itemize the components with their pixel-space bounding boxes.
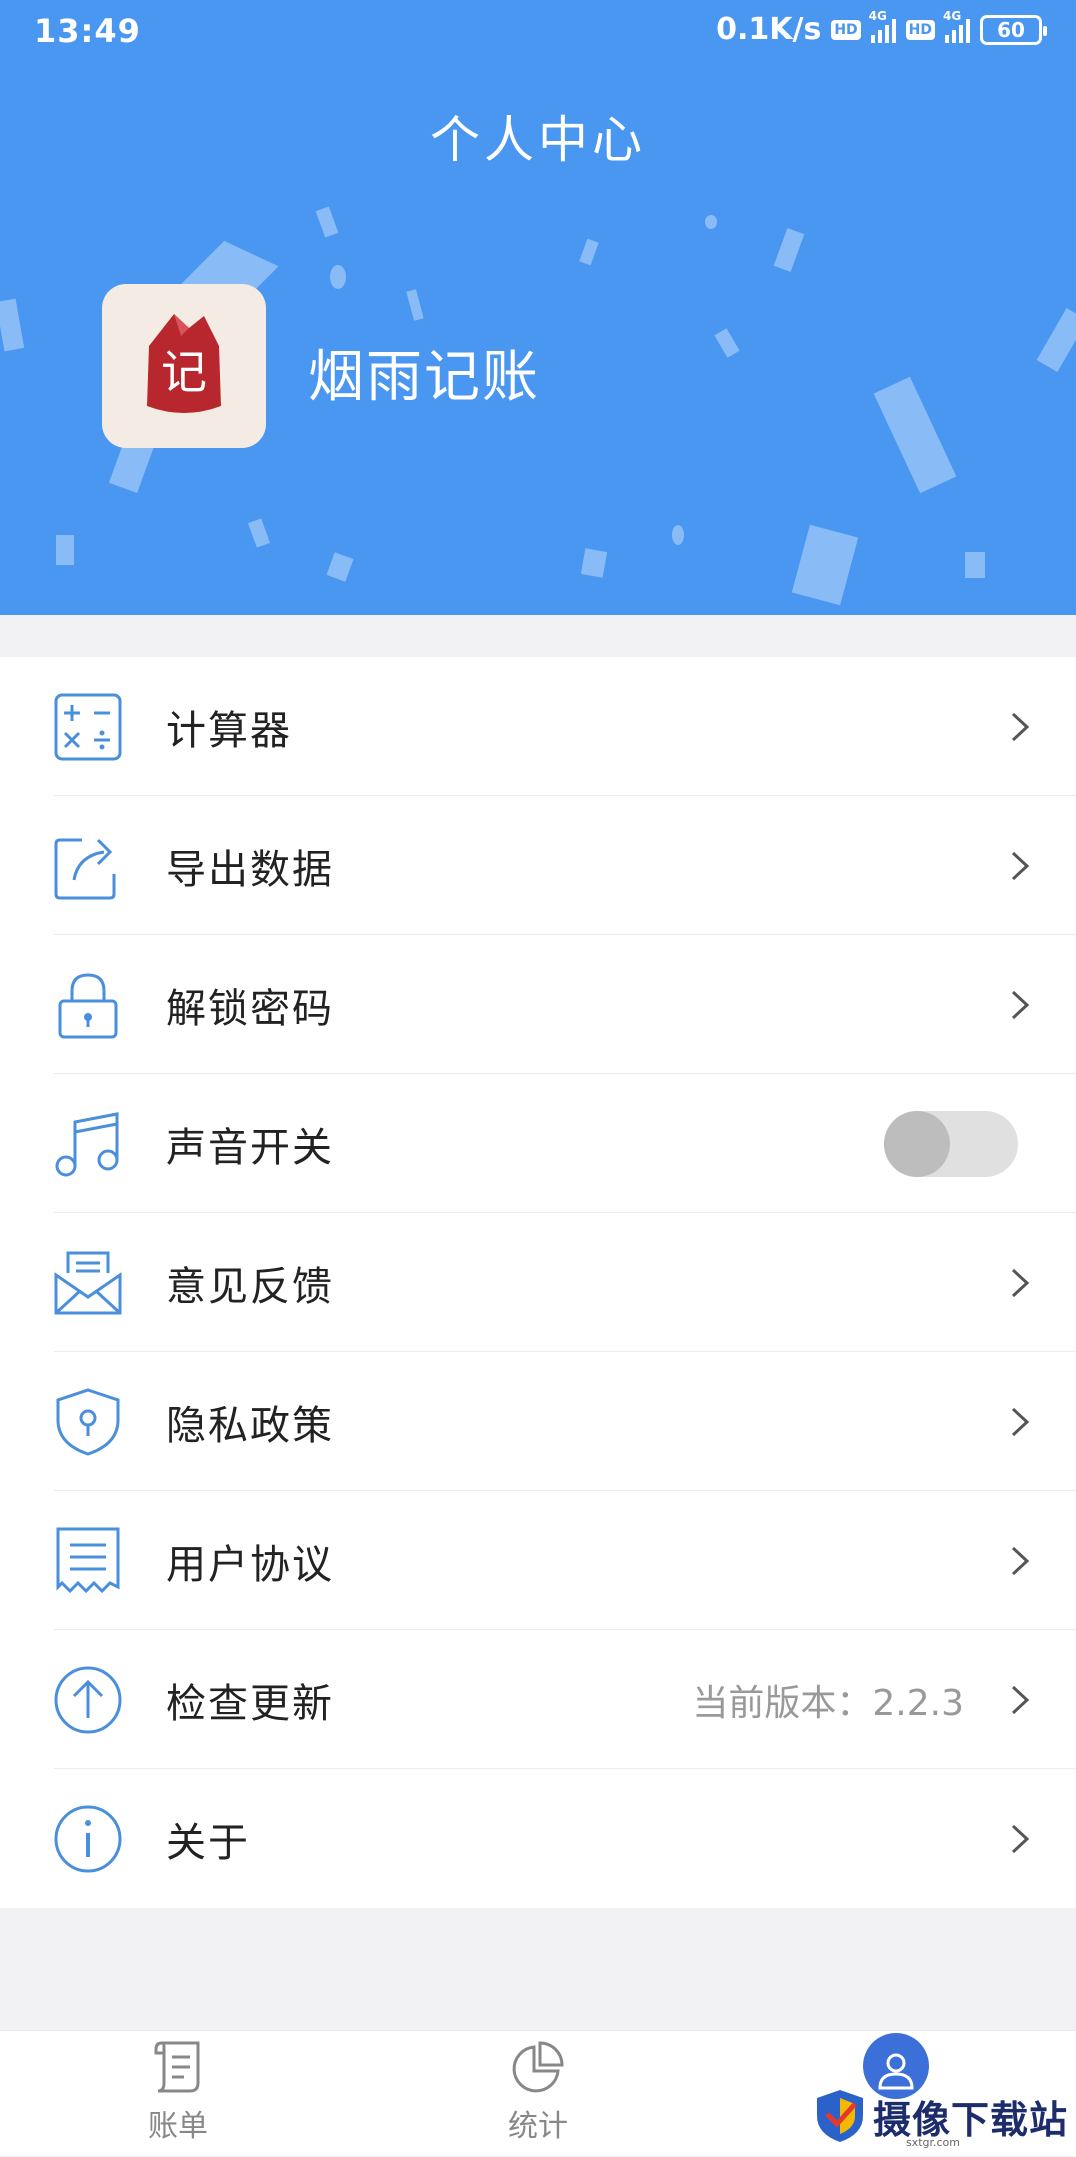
menu-item-calculator[interactable]: 计算器: [0, 657, 1076, 796]
decor-shard: [672, 525, 684, 545]
network-type: 4G: [868, 8, 887, 23]
decor-shard: [1036, 308, 1076, 372]
menu-item-export[interactable]: 导出数据: [0, 796, 1076, 935]
profile-header: 13:49 0.1K/s HD 4G HD 4G 60 个人中心 记 烟雨记账: [0, 0, 1076, 615]
menu-item-feedback[interactable]: 意见反馈: [0, 1213, 1076, 1352]
pie-chart-icon: [512, 2041, 564, 2093]
menu-item-label: 意见反馈: [166, 1263, 334, 1310]
menu-item-privacy[interactable]: 隐私政策: [0, 1352, 1076, 1491]
menu-item-label: 检查更新: [166, 1680, 334, 1727]
menu-item-label: 计算器: [166, 707, 292, 754]
decor-shard: [965, 552, 985, 578]
chevron-right-icon: [1011, 1685, 1030, 1714]
decor-shard: [247, 518, 271, 548]
mail-icon: [54, 1251, 122, 1315]
network-speed: 0.1K/s: [716, 12, 822, 47]
arrow-up-circle-icon: [54, 1666, 122, 1734]
tab-statistics[interactable]: 统计: [438, 2031, 638, 2157]
info-icon: [54, 1805, 122, 1873]
decor-shard: [579, 238, 599, 266]
sound-toggle[interactable]: [884, 1110, 1018, 1177]
signal-icon: 4G: [869, 9, 896, 43]
lock-icon: [58, 973, 118, 1039]
watermark-sub: sxtgr.com: [905, 2136, 960, 2149]
menu-item-label: 关于: [166, 1819, 250, 1866]
chevron-right-icon: [1011, 851, 1030, 880]
settings-menu: 计算器 导出数据 解锁密码 声音开关 意见反馈 隐私政策 用户协议 检查更新 当…: [0, 657, 1076, 1908]
chevron-right-icon: [1011, 1407, 1030, 1436]
battery-level: 60: [997, 17, 1025, 42]
menu-item-label: 声音开关: [166, 1124, 334, 1171]
menu-item-label: 解锁密码: [166, 985, 334, 1032]
hd-badge: HD: [905, 19, 935, 40]
calculator-icon: [54, 693, 122, 761]
current-version: 当前版本：2.2.3: [692, 1682, 964, 1724]
document-icon: [56, 1527, 120, 1594]
chevron-right-icon: [1011, 1546, 1030, 1575]
chevron-right-icon: [1011, 712, 1030, 741]
decor-shard: [315, 206, 339, 238]
menu-item-label: 用户协议: [166, 1541, 334, 1588]
page-title: 个人中心: [430, 111, 646, 169]
network-type: 4G: [943, 8, 962, 23]
chevron-right-icon: [1011, 1824, 1030, 1853]
hd-badge: HD: [831, 19, 861, 40]
chevron-right-icon: [1011, 990, 1030, 1019]
menu-item-user-agreement[interactable]: 用户协议: [0, 1491, 1076, 1630]
tab-bill[interactable]: 账单: [78, 2031, 278, 2157]
menu-item-label: 隐私政策: [166, 1402, 334, 1449]
watermark-logo-icon: [816, 2090, 863, 2142]
menu-item-label: 导出数据: [166, 846, 334, 893]
export-icon: [54, 838, 116, 900]
menu-item-check-update[interactable]: 检查更新 当前版本：2.2.3: [0, 1630, 1076, 1769]
menu-item-about[interactable]: 关于: [0, 1769, 1076, 1908]
decor-shard: [406, 289, 424, 321]
watermark: 摄像下载站 sxtgr.com: [815, 2084, 1068, 2149]
app-logo-icon: 记: [147, 314, 221, 413]
tab-label: 账单: [148, 2109, 208, 2144]
decor-shard: [326, 552, 354, 582]
watermark-text: 摄像下载站: [872, 2097, 1068, 2142]
bill-icon: [154, 2041, 200, 2093]
decor-shard: [330, 265, 346, 289]
decor-shard: [773, 228, 805, 272]
menu-item-sound: 声音开关: [0, 1074, 1076, 1213]
decor-shard: [873, 376, 957, 494]
status-time: 13:49: [34, 12, 141, 50]
decor-shard: [580, 548, 608, 578]
app-name: 烟雨记账: [308, 345, 540, 410]
status-bar: 13:49 0.1K/s HD 4G HD 4G 60: [0, 0, 1076, 66]
app-logo[interactable]: 记: [102, 284, 266, 448]
menu-item-unlock-password[interactable]: 解锁密码: [0, 935, 1076, 1074]
decor-shard: [0, 298, 25, 352]
signal-icon: 4G: [943, 9, 970, 43]
shield-icon: [56, 1388, 120, 1456]
decor-shard: [56, 535, 74, 565]
status-indicators: 0.1K/s HD 4G HD 4G 60: [716, 9, 1047, 47]
music-note-icon: [55, 1112, 119, 1177]
logo-char: 记: [161, 345, 207, 399]
decor-shard: [714, 328, 740, 358]
chevron-right-icon: [1011, 1268, 1030, 1297]
decor-shard: [791, 524, 859, 606]
decor-shard: [705, 215, 717, 229]
tab-label: 统计: [508, 2109, 568, 2144]
battery-icon: 60: [980, 14, 1047, 45]
toggle-knob: [884, 1110, 950, 1177]
